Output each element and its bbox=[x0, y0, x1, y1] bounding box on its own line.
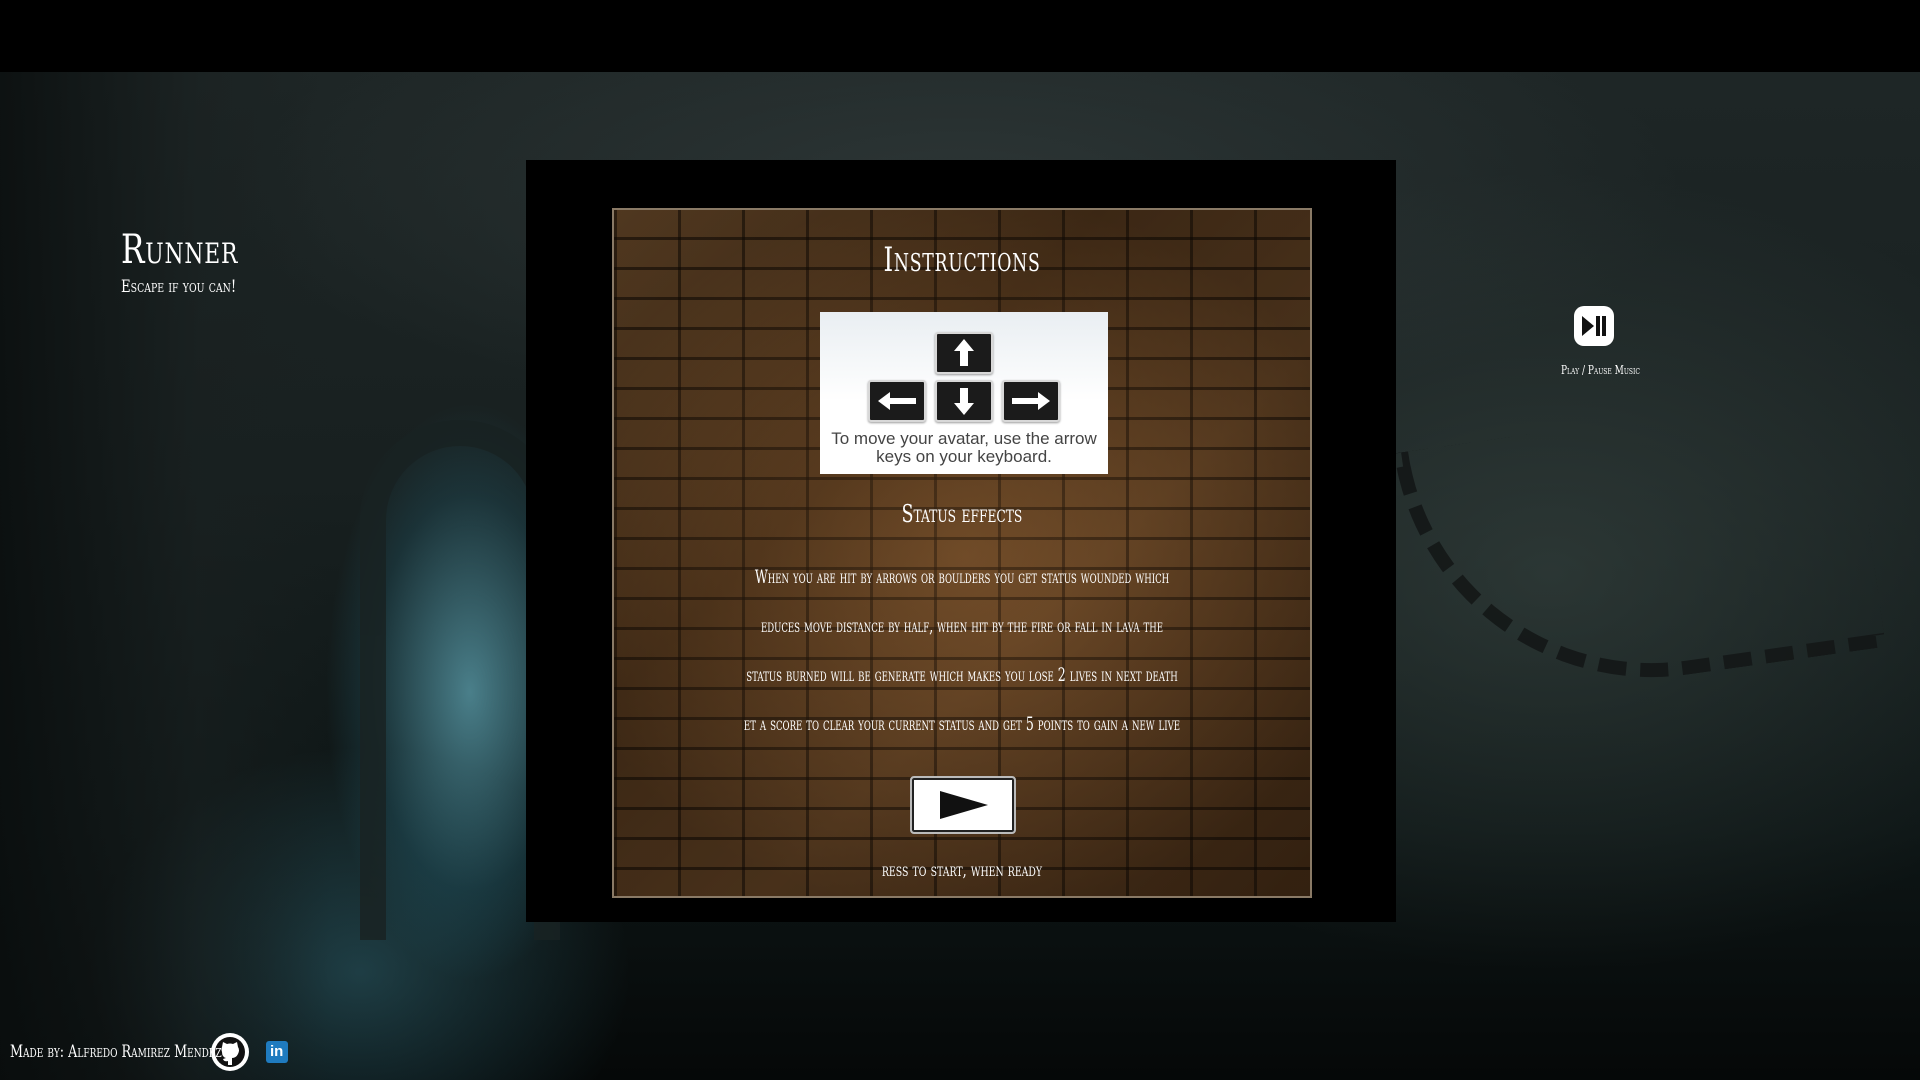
instructions-panel: Instructions To move your avatar, use th… bbox=[526, 160, 1396, 922]
instructions-title: Instructions bbox=[883, 240, 1041, 280]
instructions-card: Instructions To move your avatar, use th… bbox=[612, 208, 1312, 898]
arrow-left-key-icon bbox=[868, 380, 926, 422]
arrow-down-key-icon bbox=[935, 380, 993, 422]
play-pause-music-button[interactable] bbox=[1574, 306, 1614, 346]
linkedin-link[interactable]: in bbox=[266, 1041, 288, 1063]
status-line: educes move distance by half, when hit b… bbox=[760, 615, 1164, 637]
arrow-up-key-icon bbox=[935, 332, 993, 374]
start-game-button[interactable] bbox=[910, 776, 1016, 834]
arrow-right-key-icon bbox=[1002, 380, 1060, 422]
status-line: et a score to clear your current status … bbox=[743, 713, 1181, 735]
keys-caption: To move your avatar, use the arrow keys … bbox=[831, 429, 1097, 466]
title-block: Runner Escape if you can! bbox=[121, 224, 271, 298]
author-credit: Made by: Alfredo Ramirez Mendez bbox=[10, 1042, 222, 1062]
game-screen: Runner Escape if you can! Play / Pause M… bbox=[0, 0, 1920, 1080]
start-hint: ress to start, when ready bbox=[881, 860, 1043, 881]
footer: Made by: Alfredo Ramirez Mendez in bbox=[10, 1030, 288, 1074]
music-label: Play / Pause Music bbox=[1561, 363, 1640, 377]
music-toggle: Play / Pause Music bbox=[1550, 306, 1640, 377]
status-line: When you are hit by arrows or boulders y… bbox=[754, 566, 1170, 588]
top-bar bbox=[0, 0, 1920, 72]
game-title: Runner bbox=[121, 227, 239, 273]
play-icon bbox=[940, 791, 988, 819]
status-line: status burned will be generate which mak… bbox=[746, 664, 1178, 686]
game-tagline: Escape if you can! bbox=[121, 277, 237, 297]
status-effects-heading: Status effects bbox=[901, 500, 1023, 528]
linkedin-icon: in bbox=[270, 1043, 284, 1060]
arrow-keys-image: To move your avatar, use the arrow keys … bbox=[820, 312, 1108, 474]
play-pause-icon bbox=[1582, 316, 1606, 336]
